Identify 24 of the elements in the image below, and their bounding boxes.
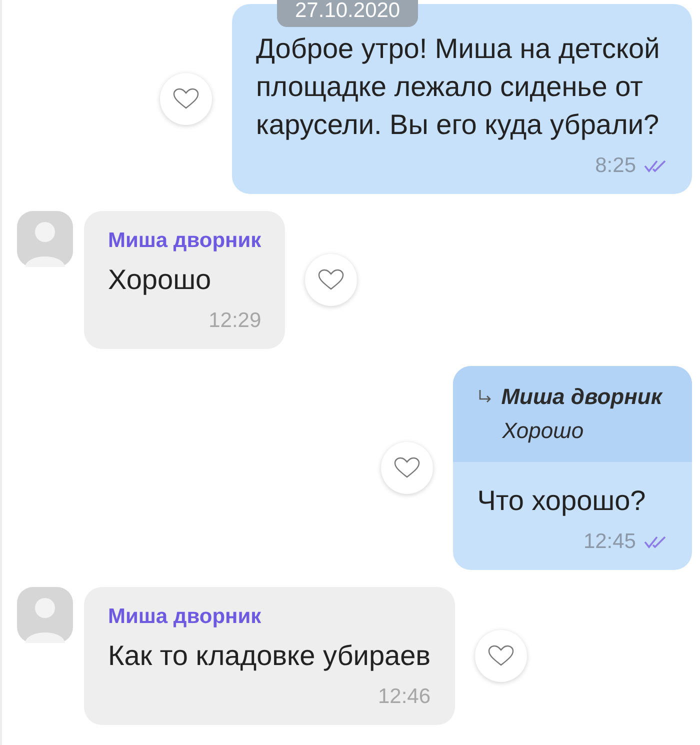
avatar-icon [17,211,73,267]
message-time: 12:46 [378,685,431,709]
heart-icon [394,457,420,479]
message-time: 8:25 [595,154,636,178]
sender-name: Миша дворник [108,229,262,253]
quoted-text: Хорошо [501,418,585,444]
message-text: Доброе утро! Миша на детской площадке лежало сиденье от карусели. Вы его куда убрали? [256,32,661,142]
heart-icon [173,88,199,110]
sender-name: Миша дворник [108,605,262,629]
message-text: Как то кладовке убираев [108,639,431,673]
message-time: 12:45 [583,530,636,554]
like-button[interactable] [305,254,358,306]
like-button[interactable] [160,73,212,125]
message-text: Хорошо [108,263,212,297]
heart-icon [318,269,344,291]
like-button[interactable] [474,630,527,682]
reply-arrow-icon [477,389,494,405]
quoted-sender: Миша дворник [501,384,662,410]
like-button[interactable] [381,442,434,494]
date-badge: 27.10.2020 [277,0,418,27]
message-time: 12:29 [208,309,262,333]
message-text: Что хорошо? [477,484,647,518]
avatar-icon [17,587,73,643]
heart-icon [488,645,514,667]
